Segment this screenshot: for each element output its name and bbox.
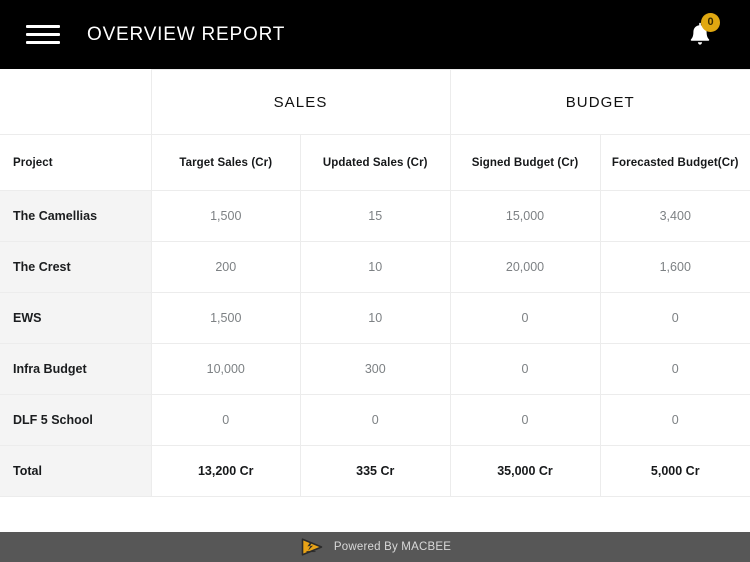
table-row: The Camellias 1,500 15 15,000 3,400 <box>0 190 750 242</box>
cell-signed-budget: 0 <box>449 292 601 344</box>
row-label: Infra Budget <box>0 343 152 395</box>
hamburger-bar <box>26 41 60 44</box>
footer-credit-text: Powered By MACBEE <box>333 541 452 553</box>
group-header-sales: SALES <box>150 69 451 135</box>
column-header-updated-sales: Updated Sales (Cr) <box>300 134 451 191</box>
app-root: OVERVIEW REPORT 0 SALES BUDGET Project T… <box>0 0 750 562</box>
total-forecasted-budget: 5,000 Cr <box>599 445 750 497</box>
column-header-row: Project Target Sales (Cr) Updated Sales … <box>0 134 750 191</box>
cell-target-sales: 1,500 <box>150 190 301 242</box>
column-header-target-sales: Target Sales (Cr) <box>150 134 301 191</box>
total-target-sales: 13,200 Cr <box>150 445 301 497</box>
total-updated-sales: 335 Cr <box>300 445 451 497</box>
group-header-blank <box>0 69 152 135</box>
cell-target-sales: 10,000 <box>150 343 301 395</box>
cell-updated-sales: 0 <box>300 394 451 446</box>
cell-forecasted-budget: 0 <box>599 394 750 446</box>
content-spacer <box>0 514 750 532</box>
cell-target-sales: 200 <box>150 241 301 293</box>
table-header: SALES BUDGET Project Target Sales (Cr) U… <box>0 69 750 191</box>
page-title: OVERVIEW REPORT <box>87 23 286 45</box>
table-row: The Crest 200 10 20,000 1,600 <box>0 241 750 293</box>
row-label: DLF 5 School <box>0 394 152 446</box>
cell-forecasted-budget: 0 <box>599 343 750 395</box>
cell-signed-budget: 0 <box>449 394 601 446</box>
cell-updated-sales: 15 <box>300 190 451 242</box>
cell-updated-sales: 10 <box>300 292 451 344</box>
cell-signed-budget: 20,000 <box>449 241 601 293</box>
column-header-project: Project <box>0 134 152 191</box>
hamburger-menu-icon[interactable] <box>26 20 60 50</box>
page-footer: Powered By MACBEE <box>0 532 750 562</box>
report-table-container: SALES BUDGET Project Target Sales (Cr) U… <box>0 69 750 515</box>
cell-target-sales: 0 <box>150 394 301 446</box>
cell-signed-budget: 15,000 <box>449 190 601 242</box>
macbee-triangle-logo-icon <box>299 537 325 558</box>
row-label: The Crest <box>0 241 152 293</box>
table-row: DLF 5 School 0 0 0 0 <box>0 394 750 446</box>
cell-target-sales: 1,500 <box>150 292 301 344</box>
app-header: OVERVIEW REPORT 0 <box>0 0 750 69</box>
cell-signed-budget: 0 <box>449 343 601 395</box>
cell-forecasted-budget: 3,400 <box>599 190 750 242</box>
column-header-forecasted-budget: Forecasted Budget(Cr) <box>599 134 750 191</box>
group-header-row: SALES BUDGET <box>0 69 750 135</box>
row-label: The Camellias <box>0 190 152 242</box>
total-signed-budget: 35,000 Cr <box>449 445 601 497</box>
cell-forecasted-budget: 1,600 <box>599 241 750 293</box>
overview-report-table: SALES BUDGET Project Target Sales (Cr) U… <box>0 69 750 497</box>
notification-badge: 0 <box>701 12 720 32</box>
table-total-row: Total 13,200 Cr 335 Cr 35,000 Cr 5,000 C… <box>0 445 750 497</box>
cell-forecasted-budget: 0 <box>599 292 750 344</box>
group-header-budget: BUDGET <box>449 69 750 135</box>
hamburger-bar <box>26 25 60 28</box>
column-header-signed-budget: Signed Budget (Cr) <box>449 134 601 191</box>
notifications-button[interactable]: 0 <box>678 12 722 57</box>
table-body: The Camellias 1,500 15 15,000 3,400 The … <box>0 190 750 497</box>
row-label-total: Total <box>0 445 152 497</box>
cell-updated-sales: 300 <box>300 343 451 395</box>
cell-updated-sales: 10 <box>300 241 451 293</box>
table-row: EWS 1,500 10 0 0 <box>0 292 750 344</box>
row-label: EWS <box>0 292 152 344</box>
hamburger-bar <box>26 33 60 36</box>
table-row: Infra Budget 10,000 300 0 0 <box>0 343 750 395</box>
